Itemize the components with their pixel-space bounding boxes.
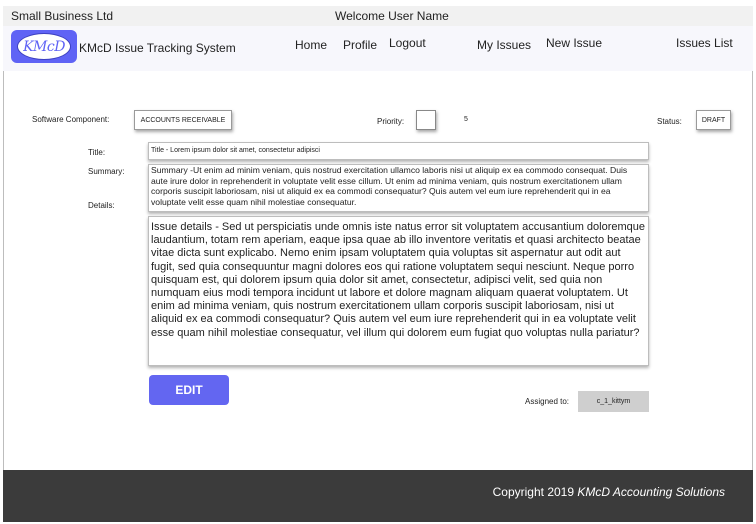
title-field[interactable]: Title - Lorem ipsum dolor sit amet, cons… xyxy=(148,142,649,160)
software-component-select[interactable]: ACCOUNTS RECEIVABLE xyxy=(134,110,232,130)
company-name: Small Business Ltd xyxy=(11,9,114,23)
priority-input[interactable] xyxy=(416,110,436,130)
kmcd-logo-icon[interactable]: KMcD xyxy=(11,30,77,63)
assigned-to-label: Assigned to: xyxy=(525,397,570,406)
footer: Copyright 2019 KMcD Accounting Solutions xyxy=(3,470,753,522)
copyright-prefix: Copyright 2019 xyxy=(492,485,575,499)
logo-oval: KMcD xyxy=(17,33,71,60)
nav-my-issues[interactable]: My Issues xyxy=(477,38,531,52)
welcome-message: Welcome User Name xyxy=(335,9,449,23)
summary-field[interactable]: Summary -Ut enim ad minim veniam, quis n… xyxy=(148,164,649,212)
details-label: Details: xyxy=(88,201,115,210)
logo-text: KMcD xyxy=(23,38,65,55)
nav-bar: KMcD KMcD Issue Tracking System Home Pro… xyxy=(3,26,753,71)
nav-new-issue[interactable]: New Issue xyxy=(546,36,602,50)
nav-home[interactable]: Home xyxy=(295,38,327,52)
assigned-to-value: c_1_kittym xyxy=(578,391,649,412)
software-component-label: Software Component: xyxy=(32,115,110,124)
nav-profile[interactable]: Profile xyxy=(343,38,377,52)
app-title: KMcD Issue Tracking System xyxy=(79,41,236,55)
edit-button[interactable]: EDIT xyxy=(149,375,229,405)
title-label: Title: xyxy=(88,148,106,157)
nav-issues-list[interactable]: Issues List xyxy=(676,36,733,50)
priority-value: 5 xyxy=(464,116,468,123)
priority-label: Priority: xyxy=(377,117,405,126)
top-bar: Small Business Ltd Welcome User Name xyxy=(3,6,753,26)
copyright-org: KMcD Accounting Solutions xyxy=(577,485,725,499)
status-select[interactable]: DRAFT xyxy=(696,110,731,130)
copyright: Copyright 2019 KMcD Accounting Solutions xyxy=(493,485,725,499)
summary-label: Summary: xyxy=(88,167,125,176)
status-label: Status: xyxy=(657,117,682,126)
nav-logout[interactable]: Logout xyxy=(389,36,426,50)
details-field[interactable]: Issue details - Sed ut perspiciatis unde… xyxy=(148,216,649,366)
